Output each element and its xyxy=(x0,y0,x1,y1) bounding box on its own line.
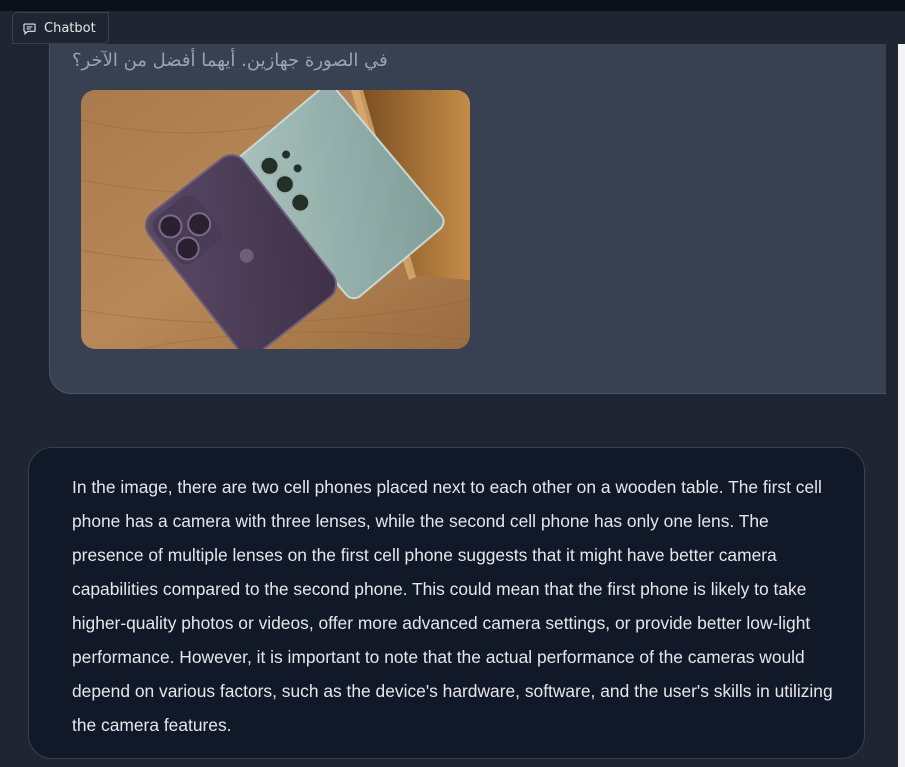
chatbot-title: Chatbot xyxy=(44,20,96,36)
user-message-text: في الصورة جهازين. أيهما أفضل من الآخر؟ xyxy=(72,50,388,71)
bot-message-text: In the image, there are two cell phones … xyxy=(72,477,833,735)
chat-bubble-icon xyxy=(23,22,36,35)
top-border xyxy=(0,0,905,11)
chatbot-panel: Chatbot في الصورة جهازين. أيهما أفضل من … xyxy=(0,0,905,767)
user-message: في الصورة جهازين. أيهما أفضل من الآخر؟ xyxy=(49,44,886,394)
phones-photo xyxy=(81,90,470,349)
message-image[interactable] xyxy=(81,90,470,349)
chatbot-label: Chatbot xyxy=(12,12,109,44)
bot-message: In the image, there are two cell phones … xyxy=(28,447,865,759)
scrollbar[interactable] xyxy=(898,44,905,767)
